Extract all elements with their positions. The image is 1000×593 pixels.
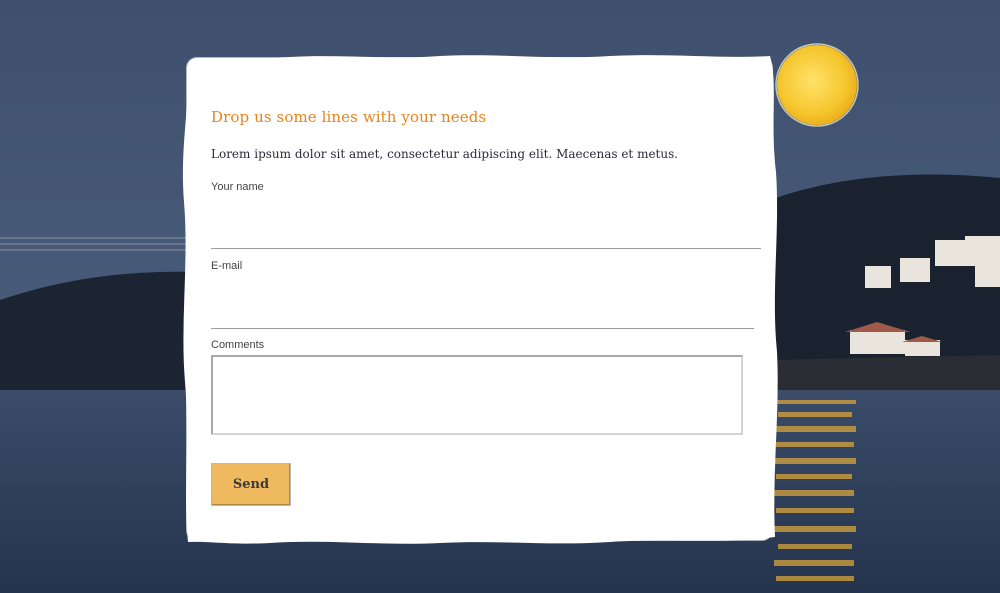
name-label: Your name xyxy=(211,181,264,193)
send-button[interactable]: Send xyxy=(211,463,291,506)
moon xyxy=(777,45,857,125)
contact-form-card: Drop us some lines with your needs Lorem… xyxy=(187,58,772,540)
comments-label: Comments xyxy=(211,339,265,351)
right-shore xyxy=(770,355,1000,392)
comments-textarea[interactable] xyxy=(211,355,743,435)
email-label: E-mail xyxy=(211,260,243,272)
name-input[interactable] xyxy=(211,222,761,249)
form-intro: Lorem ipsum dolor sit amet, consectetur … xyxy=(211,147,679,161)
email-input[interactable] xyxy=(211,302,754,329)
form-title: Drop us some lines with your needs xyxy=(211,108,487,126)
